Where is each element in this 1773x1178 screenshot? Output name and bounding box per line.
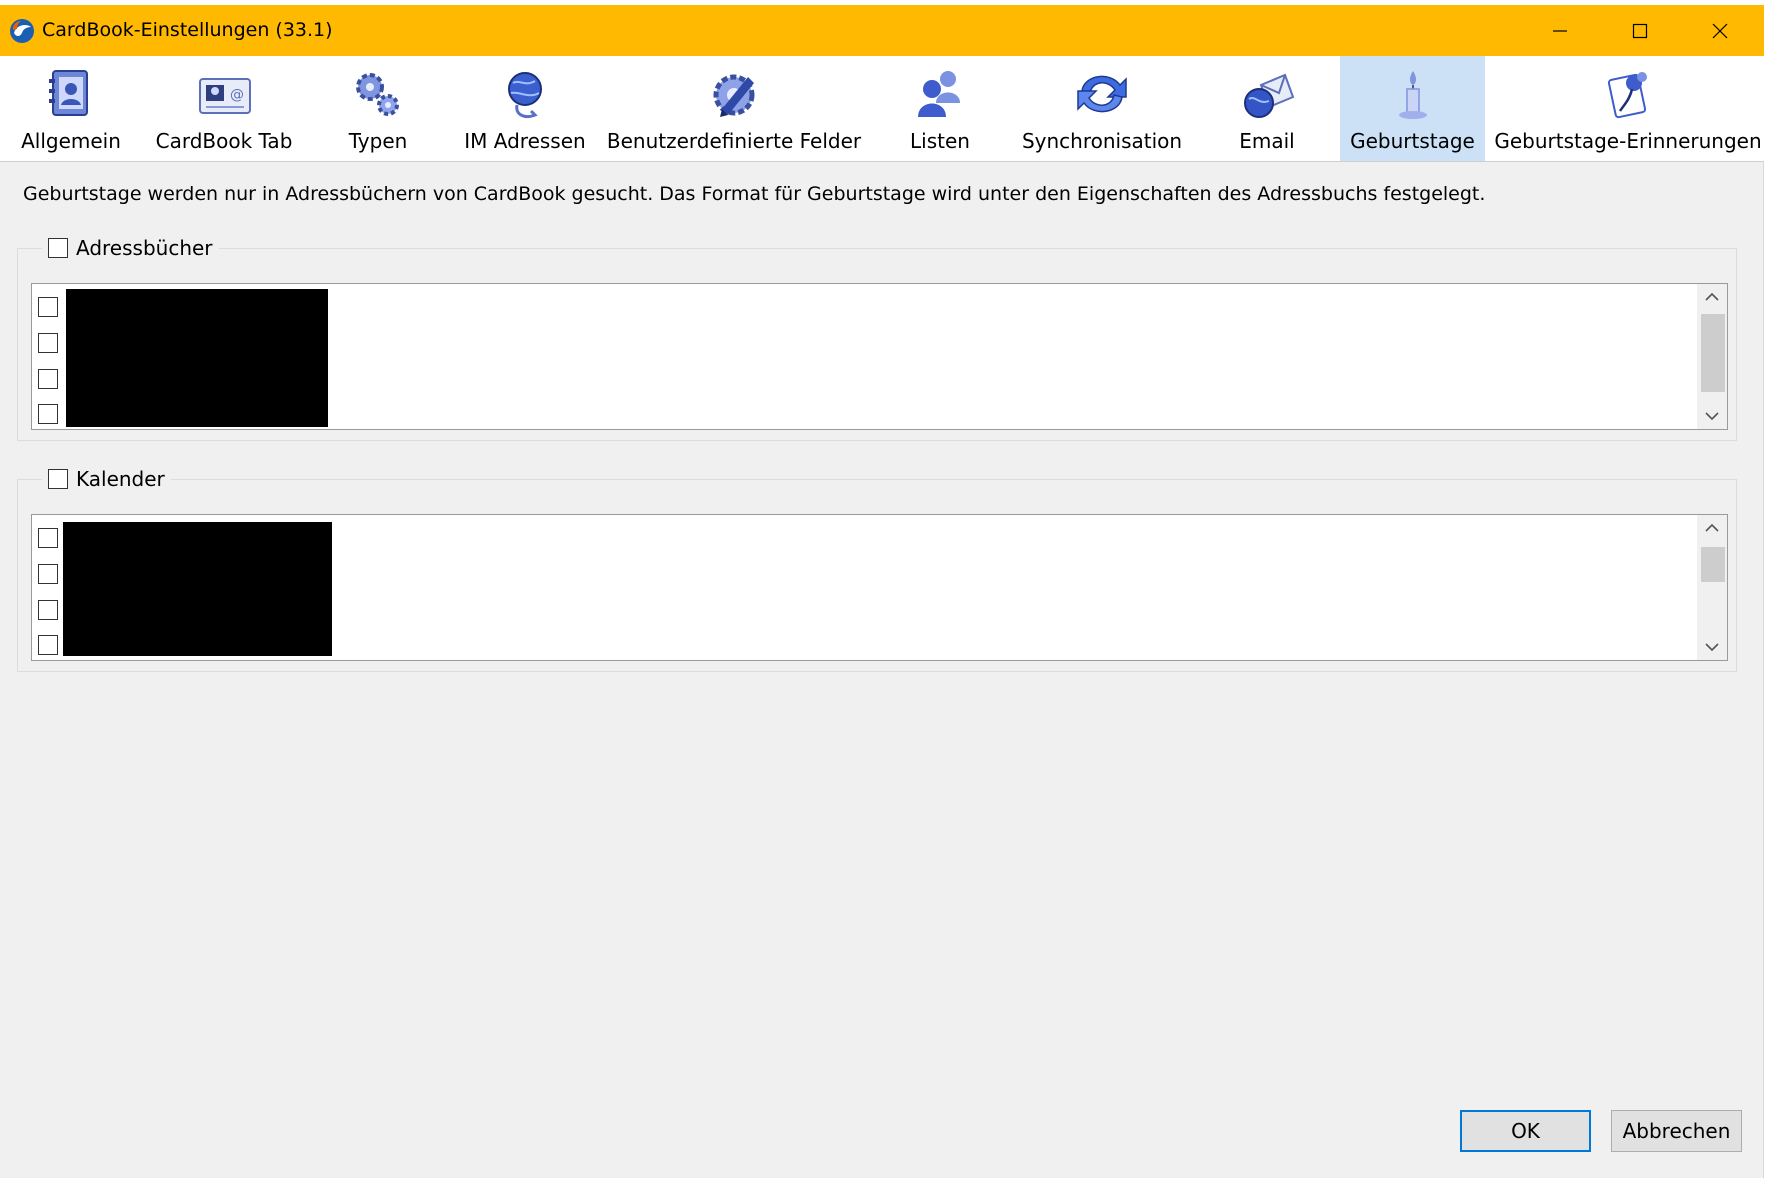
ok-button[interactable]: OK <box>1460 1110 1591 1152</box>
gears-icon <box>356 73 399 116</box>
calendars-scrollbar[interactable] <box>1697 515 1727 660</box>
tab-label: Listen <box>910 129 970 153</box>
addressbooks-list[interactable] <box>31 283 1728 430</box>
window-title: CardBook-Einstellungen (33.1) <box>42 19 333 41</box>
addressbook-checkbox[interactable] <box>38 404 58 424</box>
calendars-all-checkbox[interactable] <box>48 469 68 489</box>
flower-reminder-icon <box>1607 72 1647 119</box>
redacted-block <box>66 289 328 427</box>
chevron-down-icon <box>1705 412 1719 421</box>
chevron-down-icon <box>1705 643 1719 652</box>
addressbooks-legend: Adressbücher <box>42 233 219 263</box>
tab-label: Synchronisation <box>1021 129 1183 153</box>
contact-card-icon: @ <box>199 78 251 114</box>
maximize-icon <box>1632 23 1648 38</box>
calendar-checkbox[interactable] <box>38 635 58 655</box>
list-item[interactable] <box>38 397 58 431</box>
tab-label: Geburtstage-Erinnerungen <box>1494 129 1762 153</box>
list-item[interactable] <box>38 290 58 324</box>
redacted-block <box>63 522 332 656</box>
desktop-edge <box>1764 0 1773 1178</box>
tab-geburtstage[interactable]: Geburtstage <box>1340 56 1485 161</box>
calendar-checkbox[interactable] <box>38 600 58 620</box>
tab-label: Allgemein <box>21 129 121 153</box>
globe-envelope-icon <box>1244 73 1295 118</box>
addressbooks-all-checkbox[interactable] <box>48 238 68 258</box>
tab-label: IM Adressen <box>464 129 586 153</box>
chevron-up-icon <box>1705 523 1719 532</box>
list-item[interactable] <box>38 362 58 396</box>
tab-label: Geburtstage <box>1350 129 1475 153</box>
close-button[interactable] <box>1680 5 1760 56</box>
tab-listen[interactable]: Listen <box>890 56 990 161</box>
tab-allgemein[interactable]: Allgemein <box>12 56 130 161</box>
scroll-thumb[interactable] <box>1701 547 1725 582</box>
list-item[interactable] <box>38 593 58 627</box>
tab-geburtstage-erinnerungen[interactable]: Geburtstage-Erinnerungen <box>1494 56 1762 161</box>
scroll-up-button[interactable] <box>1697 284 1727 310</box>
calendars-legend: Kalender <box>42 464 171 494</box>
tab-label: Typen <box>348 129 408 153</box>
addressbook-checkbox[interactable] <box>38 333 58 353</box>
calendar-checkbox[interactable] <box>38 528 58 548</box>
list-item[interactable] <box>38 521 58 555</box>
calendars-label: Kalender <box>76 467 165 491</box>
title-bar[interactable]: CardBook-Einstellungen (33.1) <box>0 5 1764 56</box>
svg-text:@: @ <box>230 87 244 103</box>
cancel-button[interactable]: Abbrechen <box>1611 1110 1742 1152</box>
calendars-list[interactable] <box>31 514 1728 661</box>
scroll-thumb[interactable] <box>1701 314 1725 392</box>
scroll-down-button[interactable] <box>1697 634 1727 660</box>
tab-label: Email <box>1239 129 1295 153</box>
addressbooks-group: Adressbücher <box>17 233 1737 441</box>
candle-icon <box>1398 71 1427 119</box>
preferences-toolbar: Allgemein @ CardBook Tab Typen IM Adress… <box>0 56 1764 162</box>
tab-typen[interactable]: Typen <box>322 56 434 161</box>
close-icon <box>1712 23 1728 38</box>
list-item[interactable] <box>38 628 58 662</box>
list-item[interactable] <box>38 557 58 591</box>
description-text: Geburtstage werden nur in Adressbüchern … <box>23 183 1486 205</box>
thunderbird-app-icon <box>10 19 34 43</box>
tab-synchronisation[interactable]: Synchronisation <box>1016 56 1188 161</box>
users-group-icon <box>918 71 960 117</box>
gear-pencil-icon <box>713 74 755 117</box>
globe-chat-icon <box>508 72 542 119</box>
tab-benutzerdefinierte-felder[interactable]: Benutzerdefinierte Felder <box>607 56 861 161</box>
maximize-button[interactable] <box>1600 5 1680 56</box>
tab-email[interactable]: Email <box>1218 56 1316 161</box>
scroll-down-button[interactable] <box>1697 403 1727 429</box>
tab-cardbook-tab[interactable]: @ CardBook Tab <box>150 56 298 161</box>
calendar-checkbox[interactable] <box>38 564 58 584</box>
address-book-icon <box>49 70 88 116</box>
scroll-up-button[interactable] <box>1697 515 1727 541</box>
tab-im-adressen[interactable]: IM Adressen <box>458 56 592 161</box>
minimize-button[interactable] <box>1520 5 1600 56</box>
tab-label: CardBook Tab <box>155 129 293 153</box>
addressbook-checkbox[interactable] <box>38 297 58 317</box>
calendars-group: Kalender <box>17 464 1737 672</box>
addressbook-checkbox[interactable] <box>38 369 58 389</box>
minimize-icon <box>1553 29 1567 32</box>
tab-label: Benutzerdefinierte Felder <box>606 129 862 153</box>
addressbooks-scrollbar[interactable] <box>1697 284 1727 429</box>
list-item[interactable] <box>38 326 58 360</box>
chevron-up-icon <box>1705 292 1719 301</box>
sync-arrows-icon <box>1077 75 1127 113</box>
preferences-window: CardBook-Einstellungen (33.1) Allgemein <box>0 5 1764 1178</box>
addressbooks-label: Adressbücher <box>76 236 213 260</box>
